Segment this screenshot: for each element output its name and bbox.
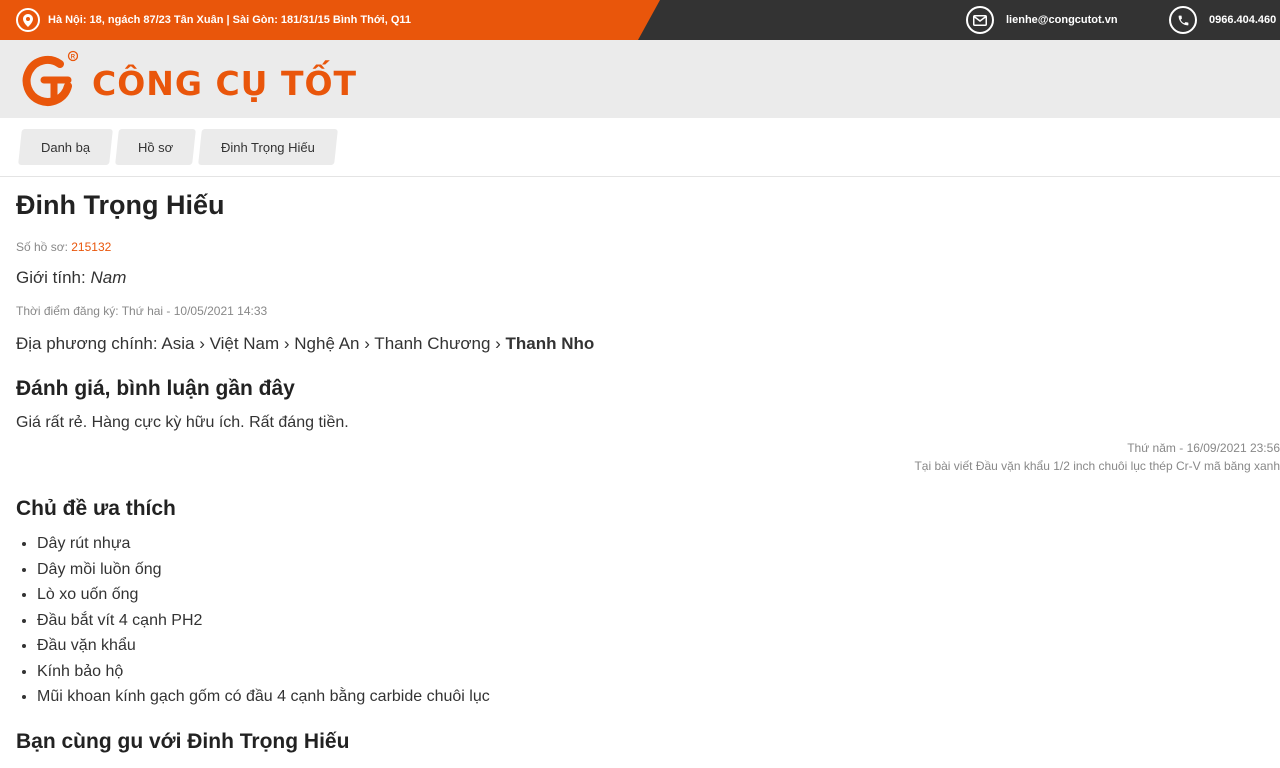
- location-path[interactable]: Địa phương chính: Asia › Việt Nam › Nghệ…: [16, 334, 501, 353]
- favorite-topics-heading: Chủ đề ưa thích: [16, 497, 176, 520]
- page-title: Đinh Trọng Hiếu: [16, 190, 225, 220]
- location-line: Địa phương chính: Asia › Việt Nam › Nghệ…: [16, 334, 1264, 354]
- favorite-topics-list: Dây rút nhựa Dây mồi luồn ống Lò xo uốn …: [16, 531, 1264, 710]
- review-text: Giá rất rẻ. Hàng cực kỳ hữu ích. Rất đán…: [16, 414, 349, 431]
- svg-text:R: R: [71, 54, 76, 60]
- record-number-label: Số hồ sơ:: [16, 240, 68, 254]
- record-number-value: 215132: [71, 240, 112, 254]
- phone-link[interactable]: 0966.404.460: [1169, 6, 1276, 34]
- logo-mark-icon: R: [22, 50, 78, 106]
- topic-item[interactable]: Dây mồi luồn ống: [37, 557, 1264, 583]
- breadcrumb-item-current[interactable]: Đinh Trọng Hiếu: [198, 129, 339, 165]
- email-link[interactable]: lienhe@congcutot.vn: [966, 6, 1118, 34]
- review-meta: Thứ năm - 16/09/2021 23:56 Tại bài viết …: [16, 439, 1280, 475]
- breadcrumb-item-directory[interactable]: Danh bạ: [18, 129, 114, 165]
- review-time: Thứ năm - 16/09/2021 23:56: [1127, 441, 1280, 455]
- email-text[interactable]: lienhe@congcutot.vn: [1006, 14, 1118, 26]
- similar-users-heading: Bạn cùng gu với Đinh Trọng Hiếu: [16, 729, 350, 753]
- topic-item[interactable]: Mũi khoan kính gạch gốm có đầu 4 cạnh bằ…: [37, 684, 1264, 710]
- gender-label: Giới tính:: [16, 268, 86, 287]
- envelope-icon: [966, 6, 994, 34]
- phone-text[interactable]: 0966.404.460: [1209, 14, 1276, 26]
- top-contact-bar: Hà Nội: 18, ngách 87/23 Tân Xuân | Sài G…: [0, 0, 1280, 40]
- address-block: Hà Nội: 18, ngách 87/23 Tân Xuân | Sài G…: [16, 8, 411, 32]
- breadcrumb-item-profiles[interactable]: Hồ sơ: [115, 129, 197, 165]
- phone-icon: [1169, 6, 1197, 34]
- breadcrumb: Danh bạ Hồ sơ Đinh Trọng Hiếu: [0, 118, 1280, 177]
- gender-value: Nam: [90, 268, 127, 287]
- address-text: Hà Nội: 18, ngách 87/23 Tân Xuân | Sài G…: [48, 14, 412, 26]
- topic-item[interactable]: Đầu bắt vít 4 cạnh PH2: [37, 608, 1264, 634]
- topic-item[interactable]: Dây rút nhựa: [37, 531, 1264, 557]
- location-current[interactable]: Thanh Nho: [506, 334, 595, 353]
- record-number-line: Số hồ sơ: 215132: [16, 240, 1264, 254]
- review-source-link[interactable]: Tại bài viết Đầu vặn khẩu 1/2 inch chuôi…: [16, 457, 1280, 475]
- gender-line: Giới tính: Nam: [16, 268, 1264, 288]
- site-header: R CÔNG CỤ TỐT: [0, 40, 1280, 118]
- topic-item[interactable]: Đầu vặn khẩu: [37, 633, 1264, 659]
- brand-name: CÔNG CỤ TỐT: [92, 63, 358, 103]
- topic-item[interactable]: Lò xo uốn ống: [37, 582, 1264, 608]
- registration-time: Thời điểm đăng ký: Thứ hai - 10/05/2021 …: [16, 304, 268, 318]
- site-logo[interactable]: R CÔNG CỤ TỐT: [16, 50, 357, 108]
- profile-content: Đinh Trọng Hiếu Số hồ sơ: 215132 Giới tí…: [0, 189, 1280, 754]
- topic-item[interactable]: Kính bảo hộ: [37, 659, 1264, 685]
- reviews-heading: Đánh giá, bình luận gần đây: [16, 377, 295, 400]
- location-pin-icon: [16, 8, 40, 32]
